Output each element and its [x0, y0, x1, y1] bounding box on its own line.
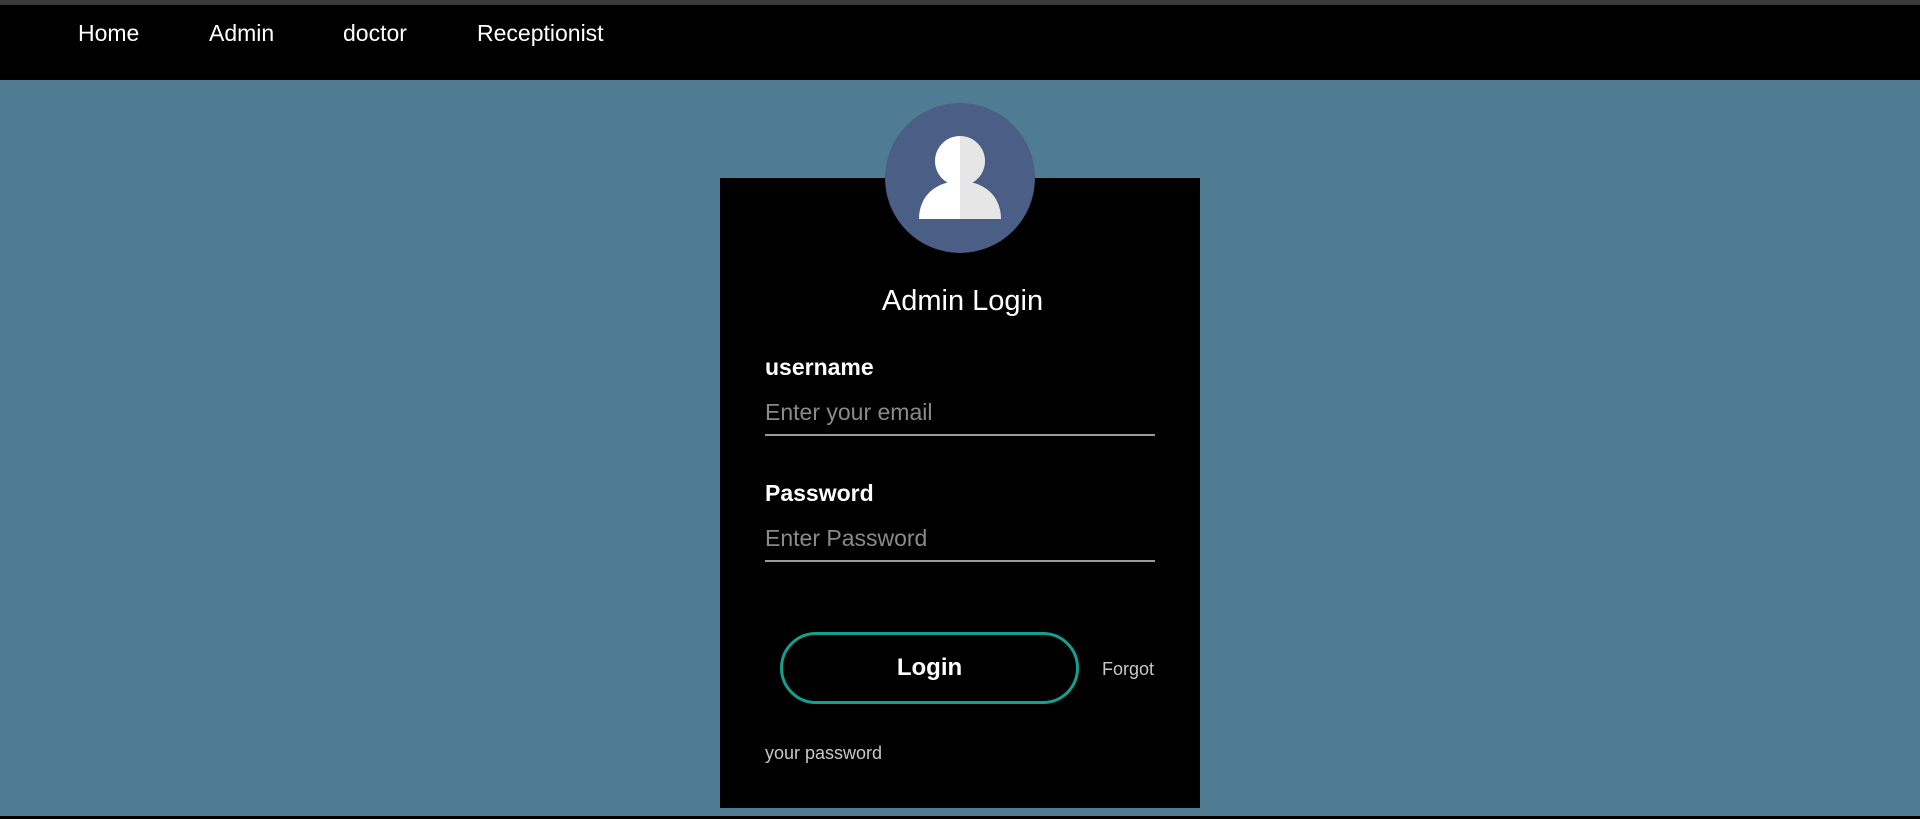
password-input[interactable] — [765, 522, 1155, 562]
user-silhouette-icon — [919, 136, 1001, 219]
login-title: Admin Login — [881, 285, 1044, 317]
forgot-password-link-continued[interactable]: your password — [765, 742, 882, 764]
login-button[interactable]: Login — [780, 632, 1079, 704]
nav-link-admin[interactable]: Admin — [209, 18, 274, 48]
top-navbar: Home Admin doctor Receptionist — [0, 5, 1920, 80]
nav-link-receptionist[interactable]: Receptionist — [477, 18, 604, 48]
username-input[interactable] — [765, 396, 1155, 436]
nav-link-home[interactable]: Home — [78, 18, 139, 48]
avatar — [885, 103, 1035, 253]
password-label: Password — [765, 480, 874, 506]
nav-link-doctor[interactable]: doctor — [343, 18, 407, 48]
forgot-password-link[interactable]: Forgot — [1102, 658, 1154, 680]
username-label: username — [765, 354, 874, 380]
